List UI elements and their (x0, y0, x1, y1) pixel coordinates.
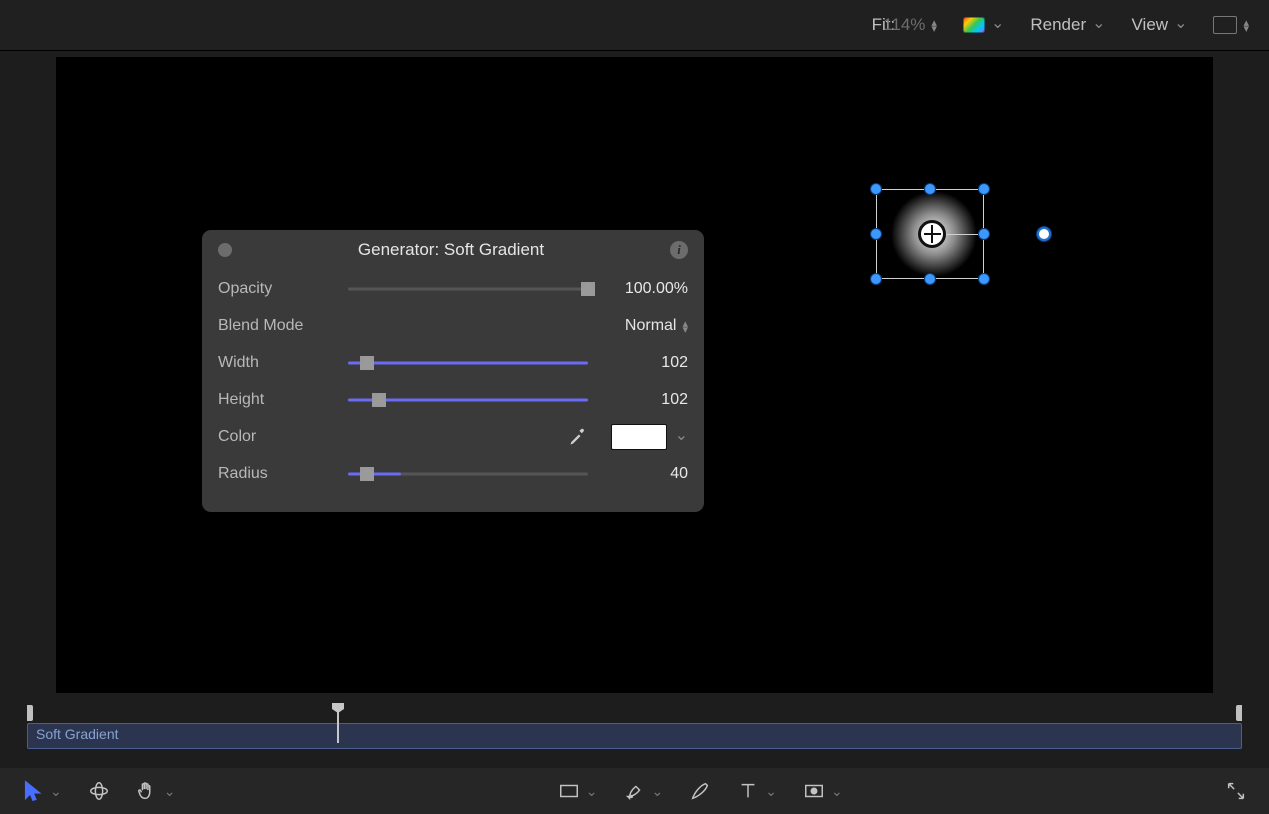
color-swatch[interactable] (611, 424, 667, 450)
pan-tool[interactable] (136, 780, 176, 802)
width-value[interactable]: 102 (588, 354, 688, 372)
blend-mode-row: Blend Mode Normal (218, 307, 688, 344)
rectangle-icon (1213, 16, 1237, 34)
timeline-clip[interactable]: Soft Gradient (27, 723, 1242, 749)
chevron-down-icon (50, 783, 62, 800)
render-label: Render (1030, 15, 1086, 35)
opacity-label: Opacity (218, 280, 348, 298)
zoom-control[interactable]: Fit: 114% (872, 15, 937, 35)
chevron-down-icon (991, 15, 1004, 35)
height-row: Height 102 (218, 381, 688, 418)
resize-handle-top-right[interactable] (979, 184, 989, 194)
resize-handle-right[interactable] (979, 229, 989, 239)
height-slider[interactable] (348, 393, 588, 407)
chevron-down-icon (765, 783, 777, 800)
stepper-icon (682, 321, 688, 333)
view-menu[interactable]: View (1132, 15, 1188, 35)
paint-stroke-tool[interactable] (689, 780, 711, 802)
chevron-down-icon (1092, 15, 1105, 35)
rectangle-tool[interactable] (558, 780, 598, 802)
stepper-icon (1243, 20, 1249, 32)
render-menu[interactable]: Render (1030, 15, 1105, 35)
tools-toolbar (0, 768, 1269, 814)
hud-close-button[interactable] (218, 243, 232, 257)
opacity-row: Opacity 100.00% (218, 270, 688, 307)
selected-object[interactable] (876, 189, 984, 279)
rotate-handle[interactable] (1037, 227, 1051, 241)
playhead[interactable] (332, 703, 344, 721)
radius-row: Radius 40 (218, 455, 688, 492)
color-row: Color (218, 418, 688, 455)
viewer-toolbar: Fit: 114% Render View (0, 0, 1269, 51)
radius-label: Radius (218, 465, 348, 483)
resize-handle-left[interactable] (871, 229, 881, 239)
opacity-value[interactable]: 100.00% (588, 280, 688, 298)
color-channels-menu[interactable] (963, 15, 1004, 35)
hud-title: Generator: Soft Gradient (358, 240, 544, 260)
height-value[interactable]: 102 (588, 391, 688, 409)
resize-handle-top[interactable] (925, 184, 935, 194)
eyedropper-icon[interactable] (568, 427, 588, 447)
pen-tool[interactable] (624, 780, 664, 802)
blend-mode-value: Normal (625, 317, 677, 335)
resize-handle-bottom[interactable] (925, 274, 935, 284)
view-label: View (1132, 15, 1169, 35)
anchor-point-icon[interactable] (918, 220, 946, 248)
resize-handle-bottom-left[interactable] (871, 274, 881, 284)
width-row: Width 102 (218, 344, 688, 381)
timeline-ruler[interactable] (27, 705, 1242, 721)
color-label: Color (218, 428, 348, 446)
height-label: Height (218, 391, 348, 409)
width-label: Width (218, 354, 348, 372)
blend-mode-select[interactable]: Normal (588, 317, 688, 335)
radius-value[interactable]: 40 (588, 465, 688, 483)
color-disclosure[interactable] (675, 427, 688, 447)
hud-panel[interactable]: Generator: Soft Gradient i Opacity 100.0… (201, 229, 705, 513)
info-icon[interactable]: i (670, 241, 688, 259)
clip-name: Soft Gradient (36, 726, 119, 742)
mask-tool[interactable] (803, 780, 843, 802)
chevron-down-icon (831, 783, 843, 800)
blend-mode-label: Blend Mode (218, 317, 348, 335)
chevron-down-icon (164, 783, 176, 800)
hud-header[interactable]: Generator: Soft Gradient i (218, 240, 688, 260)
stepper-icon (931, 20, 937, 32)
radius-slider[interactable] (348, 467, 588, 481)
text-tool[interactable] (737, 780, 777, 802)
color-channels-icon (963, 17, 985, 33)
opacity-slider[interactable] (348, 282, 588, 296)
width-slider[interactable] (348, 356, 588, 370)
canvas[interactable]: Generator: Soft Gradient i Opacity 100.0… (56, 57, 1213, 693)
resize-handle-top-left[interactable] (871, 184, 881, 194)
fullscreen-button[interactable] (1225, 780, 1247, 802)
chevron-down-icon (652, 783, 664, 800)
zoom-value: 114% (883, 15, 925, 35)
safe-zones-menu[interactable] (1213, 16, 1249, 34)
resize-handle-bottom-right[interactable] (979, 274, 989, 284)
in-point-marker[interactable] (27, 705, 33, 721)
chevron-down-icon (586, 783, 598, 800)
mini-timeline[interactable]: Soft Gradient (27, 705, 1242, 745)
out-point-marker[interactable] (1236, 705, 1242, 721)
select-tool[interactable] (22, 780, 62, 802)
3d-transform-tool[interactable] (88, 780, 110, 802)
chevron-down-icon (1174, 15, 1187, 35)
